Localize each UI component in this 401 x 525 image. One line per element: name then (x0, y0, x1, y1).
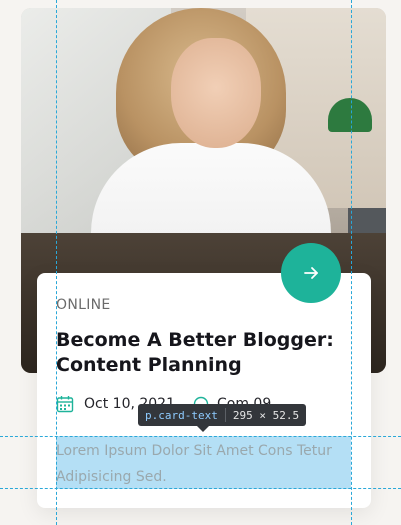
devtools-tooltip: p.card-text 295 × 52.5 (138, 404, 307, 426)
blog-card: ONLINE Become A Better Blogger: Content … (37, 273, 371, 508)
tooltip-divider (224, 408, 226, 422)
card-title[interactable]: Become A Better Blogger: Content Plannin… (56, 328, 356, 378)
tooltip-selector: p.card-text (145, 408, 218, 422)
tooltip-dimensions: 295 × 52.5 (232, 408, 300, 422)
card-text: Lorem Ipsum Dolor Sit Amet Cons Tetur Ad… (56, 443, 332, 485)
read-more-button[interactable] (281, 243, 341, 303)
arrow-right-icon (304, 267, 318, 279)
card-category[interactable]: ONLINE (56, 297, 111, 313)
photo-woman-face (171, 38, 261, 148)
tooltip-pointer (197, 426, 209, 432)
calendar-icon (56, 396, 74, 413)
